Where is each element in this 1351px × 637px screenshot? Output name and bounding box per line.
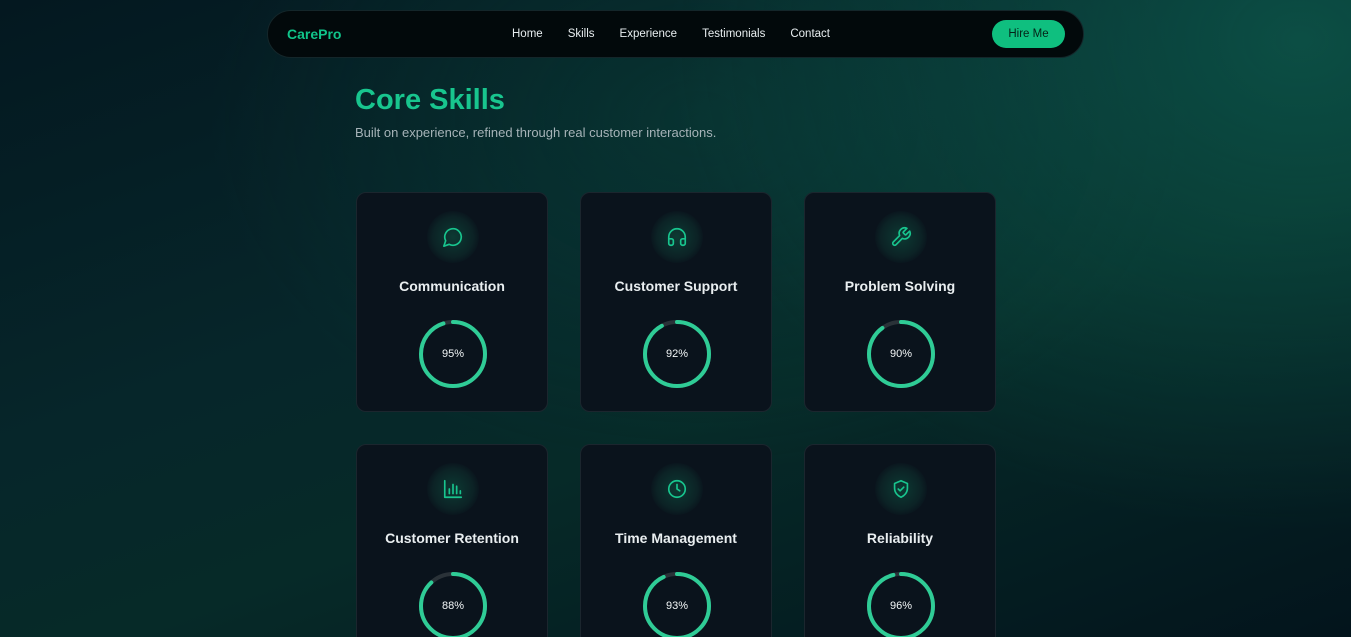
skill-percent: 92% bbox=[665, 348, 689, 360]
nav-links: Home Skills Experience Testimonials Cont… bbox=[512, 28, 830, 40]
skill-card: Communication 95% bbox=[356, 192, 548, 412]
progress-ring: 96% bbox=[865, 570, 937, 637]
section-title: Core Skills bbox=[355, 84, 505, 116]
progress-ring: 90% bbox=[865, 318, 937, 390]
skill-percent: 88% bbox=[441, 600, 465, 612]
skills-grid: Communication 95% Customer Support 92% P… bbox=[356, 192, 996, 637]
skill-percent: 90% bbox=[889, 348, 913, 360]
shield-check-icon bbox=[875, 463, 927, 515]
skill-name: Customer Retention bbox=[385, 530, 519, 546]
bar-chart-icon bbox=[427, 463, 479, 515]
skill-name: Customer Support bbox=[614, 278, 738, 294]
skill-name: Problem Solving bbox=[844, 278, 956, 294]
skill-card: Reliability 96% bbox=[804, 444, 996, 637]
chat-bubble-icon bbox=[427, 211, 479, 263]
clock-icon bbox=[651, 463, 703, 515]
section-subtitle: Built on experience, refined through rea… bbox=[355, 125, 717, 140]
skill-card: Time Management 93% bbox=[580, 444, 772, 637]
nav-link-contact[interactable]: Contact bbox=[790, 28, 830, 40]
progress-ring: 92% bbox=[641, 318, 713, 390]
navbar: CarePro Home Skills Experience Testimoni… bbox=[267, 10, 1084, 58]
hire-me-button[interactable]: Hire Me bbox=[992, 20, 1065, 48]
nav-link-skills[interactable]: Skills bbox=[568, 28, 595, 40]
skill-name: Reliability bbox=[866, 530, 934, 546]
headphones-icon bbox=[651, 211, 703, 263]
nav-link-testimonials[interactable]: Testimonials bbox=[702, 28, 765, 40]
progress-ring: 88% bbox=[417, 570, 489, 637]
brand-logo[interactable]: CarePro bbox=[287, 26, 341, 42]
skill-percent: 95% bbox=[441, 348, 465, 360]
nav-link-home[interactable]: Home bbox=[512, 28, 543, 40]
progress-ring: 93% bbox=[641, 570, 713, 637]
skill-card: Customer Retention 88% bbox=[356, 444, 548, 637]
skill-card: Customer Support 92% bbox=[580, 192, 772, 412]
skill-name: Communication bbox=[399, 278, 505, 294]
wrench-icon bbox=[875, 211, 927, 263]
skill-percent: 96% bbox=[889, 600, 913, 612]
skill-card: Problem Solving 90% bbox=[804, 192, 996, 412]
skill-name: Time Management bbox=[615, 530, 737, 546]
progress-ring: 95% bbox=[417, 318, 489, 390]
nav-link-experience[interactable]: Experience bbox=[620, 28, 678, 40]
skill-percent: 93% bbox=[665, 600, 689, 612]
